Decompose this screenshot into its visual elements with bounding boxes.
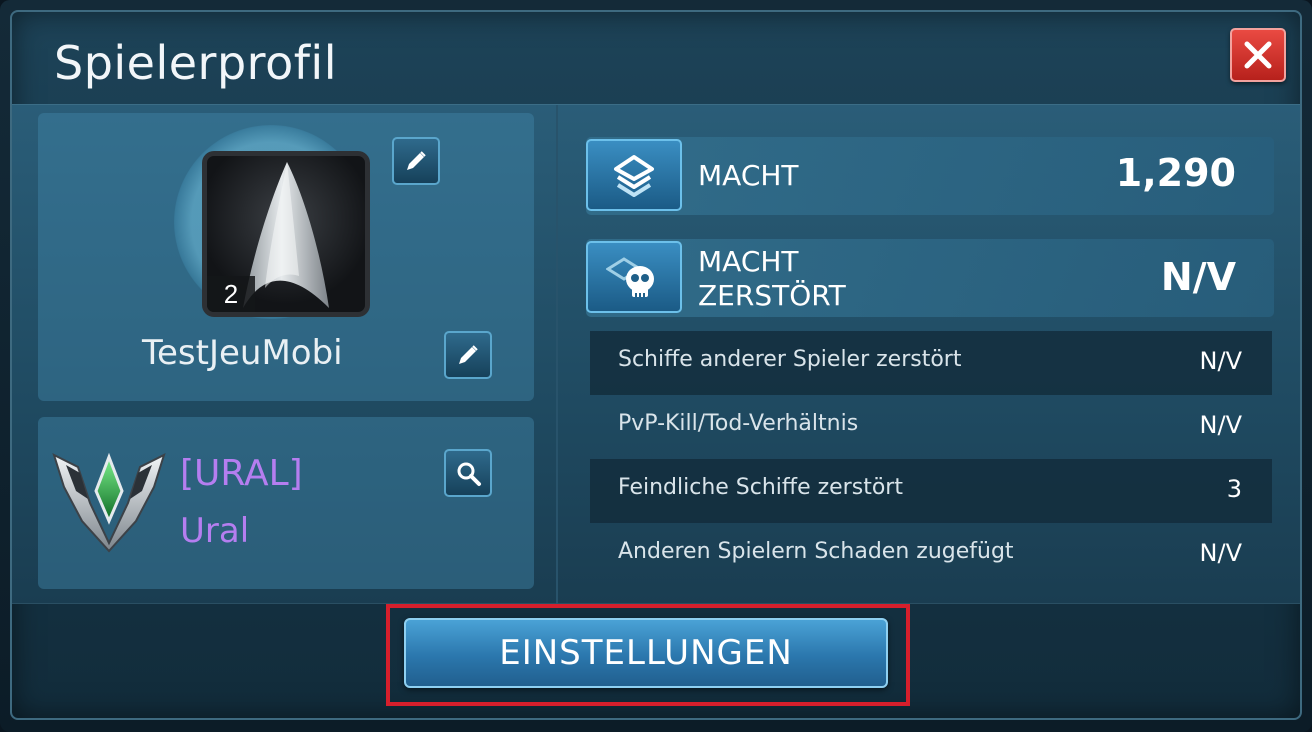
profile-card: 2 TestJeuMobi <box>38 113 534 401</box>
detail-row: Feindliche Schiffe zerstört 3 <box>590 459 1272 523</box>
stat-details-list: Schiffe anderer Spieler zerstört N/V PvP… <box>590 331 1272 587</box>
power-chevron-icon <box>614 155 654 197</box>
detail-label: Feindliche Schiffe zerstört <box>618 475 903 500</box>
detail-row: Schiffe anderer Spieler zerstört N/V <box>590 331 1272 395</box>
close-x-icon <box>1244 41 1272 69</box>
power-info-button[interactable] <box>586 139 682 211</box>
power-destroyed-info-button[interactable] <box>586 241 682 313</box>
edit-name-button[interactable] <box>444 331 492 379</box>
avatar[interactable]: 2 <box>202 151 370 317</box>
power-label: MACHT <box>698 159 799 192</box>
close-button[interactable] <box>1230 28 1286 82</box>
detail-value: 3 <box>1226 475 1242 503</box>
detail-value: N/V <box>1199 411 1242 439</box>
alliance-tag[interactable]: [URAL] <box>180 453 303 494</box>
magnifier-icon <box>457 462 481 486</box>
power-stat: MACHT 1,290 <box>586 137 1274 215</box>
alliance-card: [URAL] Ural <box>38 417 534 589</box>
detail-value: N/V <box>1199 347 1242 375</box>
power-destroyed-label-line1: MACHT <box>698 245 799 278</box>
detail-label: Schiffe anderer Spieler zerstört <box>618 347 962 372</box>
profile-content: 2 TestJeuMobi [URAL] Ural MACHT 1,290 MA… <box>12 104 1300 605</box>
power-skull-icon <box>606 257 654 297</box>
detail-value: N/V <box>1199 539 1242 567</box>
level-badge: 2 <box>207 276 255 312</box>
alliance-name[interactable]: Ural <box>180 511 249 551</box>
edit-avatar-button[interactable] <box>392 137 440 185</box>
alliance-emblem-icon <box>52 452 166 553</box>
detail-row: Anderen Spielern Schaden zugefügt N/V <box>590 523 1272 587</box>
power-destroyed-value: N/V <box>1160 255 1236 299</box>
power-destroyed-label-line2: ZERSTÖRT <box>698 279 846 312</box>
detail-label: Anderen Spielern Schaden zugefügt <box>618 539 1014 564</box>
pencil-icon <box>407 151 426 170</box>
detail-label: PvP-Kill/Tod-Verhältnis <box>618 411 859 436</box>
column-divider <box>556 105 558 605</box>
detail-row: PvP-Kill/Tod-Verhältnis N/V <box>590 395 1272 459</box>
power-destroyed-stat: MACHT ZERSTÖRT N/V <box>586 239 1274 317</box>
alliance-search-button[interactable] <box>444 449 492 497</box>
player-name: TestJeuMobi <box>142 333 343 373</box>
settings-button[interactable]: EINSTELLUNGEN <box>404 618 888 688</box>
pencil-icon <box>459 345 478 364</box>
power-value: 1,290 <box>1115 151 1236 195</box>
game-screen: Spielerprofil 2 TestJeuMobi [URAL] Ural … <box>0 0 1312 732</box>
dialog-title: Spielerprofil <box>54 36 337 90</box>
